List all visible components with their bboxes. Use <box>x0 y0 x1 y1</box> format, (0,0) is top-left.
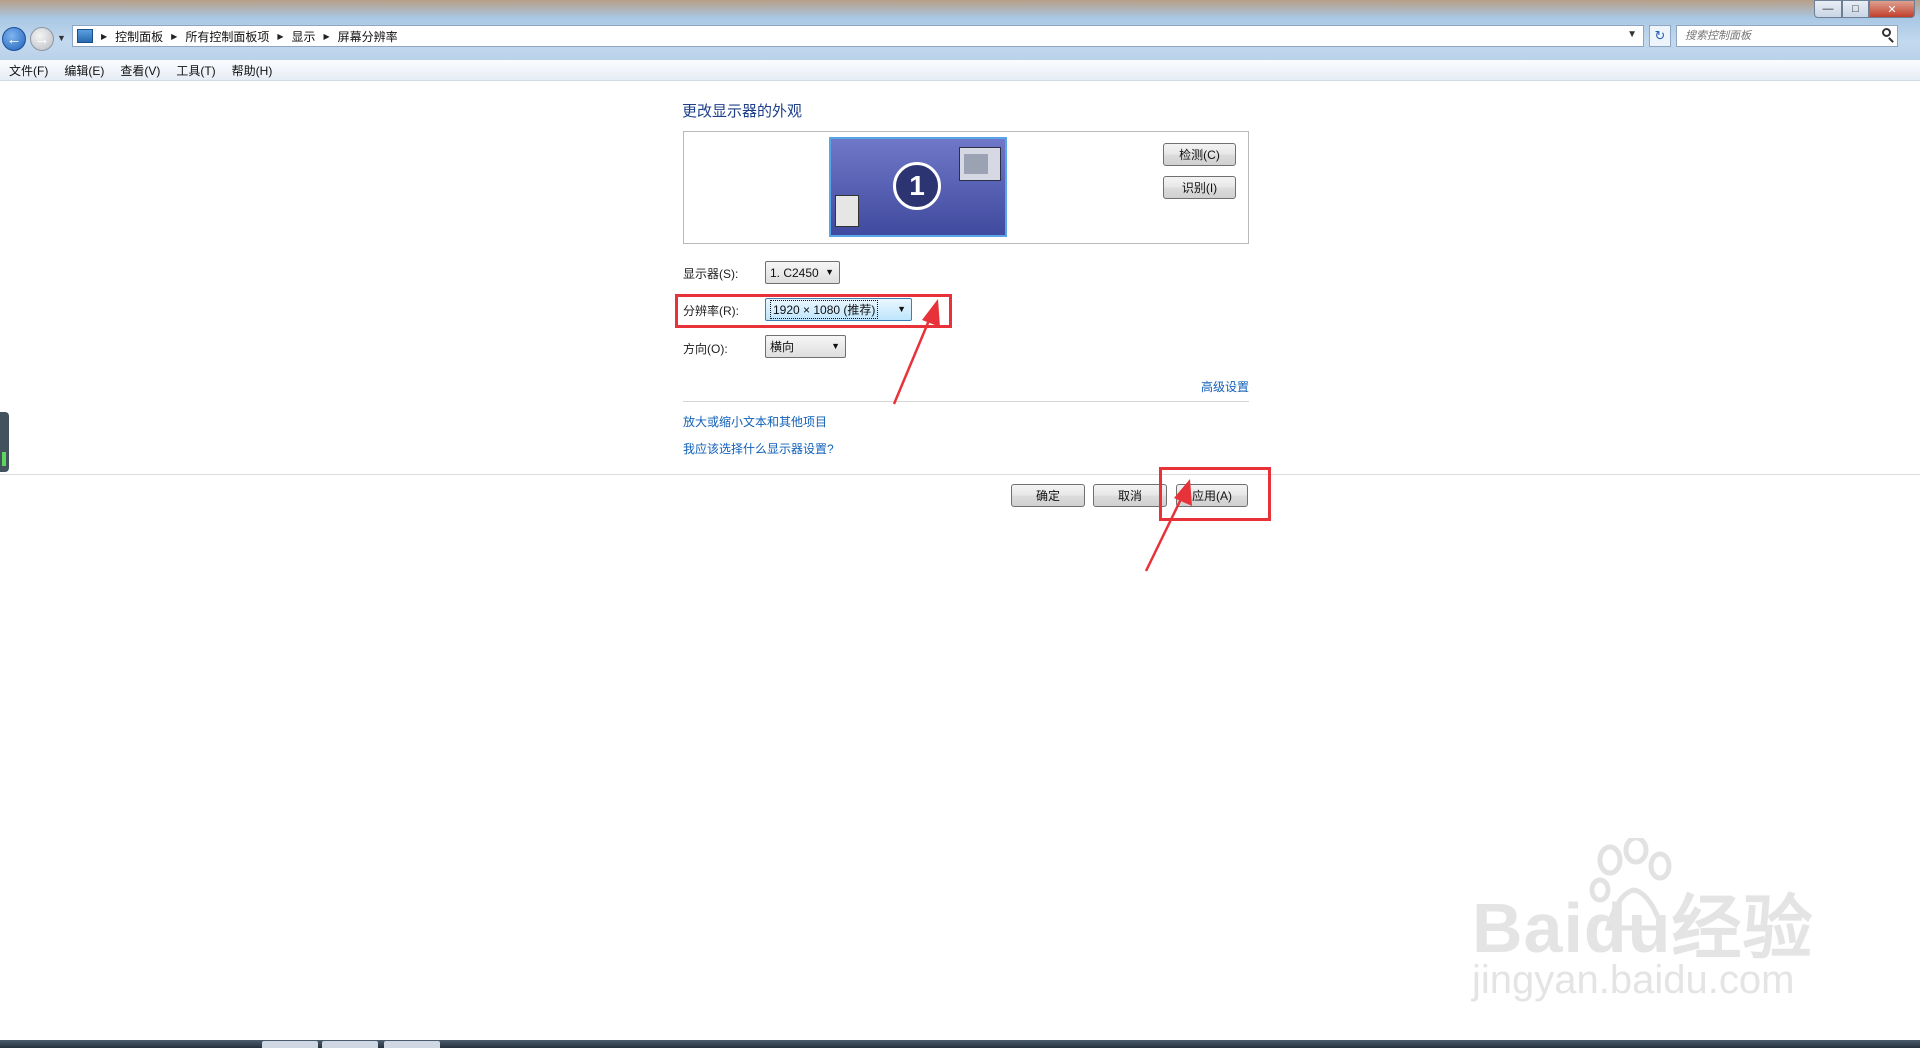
taskbar-button[interactable] <box>384 1041 440 1048</box>
taskbar-button[interactable] <box>262 1041 318 1048</box>
annotation-arrow-icon <box>1144 479 1192 572</box>
taskbar-button[interactable] <box>322 1041 378 1048</box>
watermark-url: jingyan.baidu.com <box>1472 958 1795 1002</box>
annotation-arrow-icon <box>892 299 940 405</box>
